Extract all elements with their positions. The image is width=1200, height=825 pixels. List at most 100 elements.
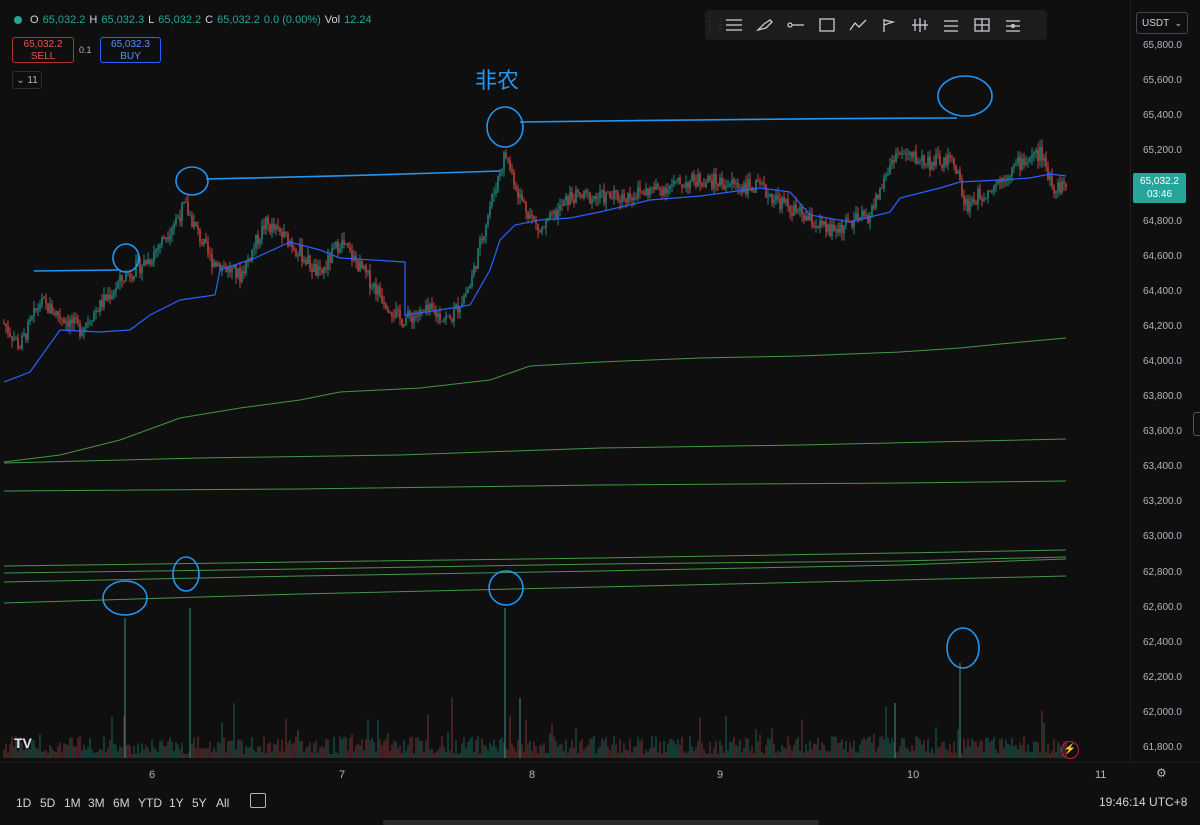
price-scale[interactable]: 65,800.065,600.065,400.065,200.065,000.0… [1130,0,1200,762]
volume-bar [35,747,37,758]
range-button-1m[interactable]: 1M [64,796,81,810]
volume-bar [369,740,371,758]
volume-bar [681,736,683,758]
side-panel-handle[interactable] [1193,412,1200,436]
calendar-icon[interactable] [250,793,266,808]
ray-icon[interactable] [781,13,811,37]
volume-bar [411,736,413,758]
rectangle-icon[interactable] [812,13,842,37]
range-button-1y[interactable]: 1Y [169,796,184,810]
candle-body [821,220,823,225]
path-icon[interactable] [843,13,873,37]
volume-bar [9,743,11,758]
volume-bar [315,740,317,758]
volume-bar [575,728,577,758]
volume-bar [1051,750,1053,758]
align-icon[interactable] [936,13,966,37]
drag-handle-icon[interactable]: ⋮⋮ [705,20,725,31]
volume-bar [905,747,907,758]
range-button-5y[interactable]: 5Y [192,796,207,810]
volume-bar [193,738,195,758]
volume-bar [287,742,289,758]
volume-bar [637,736,639,758]
candle-body [501,169,503,174]
volume-bar [57,745,59,758]
volume-bar [449,750,451,758]
candle-body [889,165,891,174]
candle-body [637,187,639,199]
volume-bar [593,736,595,758]
volume-bar [475,739,477,758]
volume-bar [875,751,877,758]
candle-body [453,309,455,322]
flag-icon[interactable] [874,13,904,37]
candle-body [669,185,671,190]
candle-body [347,243,349,248]
range-button-ytd[interactable]: YTD [138,796,162,810]
candle-body [909,152,911,155]
close-value: 65,032.2 [217,14,260,26]
time-axis[interactable]: 6 7 8 9 10 11 [0,762,1200,787]
candle-body [139,259,141,274]
candle-body [1009,175,1011,178]
pattern-icon[interactable] [905,13,935,37]
horizontal-lines-icon[interactable] [719,13,749,37]
settings-list-icon[interactable] [998,13,1028,37]
buy-button[interactable]: 65,032.3 BUY [100,37,161,63]
candle-body [991,191,993,192]
indicators-toggle-button[interactable]: ⌄ 11 [12,71,42,89]
candle-body [667,189,669,194]
candle-body [611,198,613,200]
chart-canvas[interactable] [0,0,1130,762]
gear-icon[interactable]: ⚙ [1156,766,1167,780]
price-tick: 62,000.0 [1143,706,1182,718]
volume-bar [975,741,977,758]
volume-bar [933,753,935,758]
volume-bar [831,736,833,758]
volume-bar [833,736,835,758]
volume-bar [469,738,471,758]
candle-body [439,313,441,322]
range-button-all[interactable]: All [216,796,229,810]
candle-body [677,177,679,181]
candle-body [625,199,627,203]
candle-body [197,225,199,230]
date-tick: 7 [339,769,346,781]
lightning-icon[interactable]: ⚡ [1061,741,1079,759]
candle-body [73,317,75,324]
volume-bar [955,752,957,758]
candle-body [209,253,211,255]
candle-body [371,287,373,289]
date-tick: 9 [717,769,724,781]
candle-body [449,315,451,319]
candle-body [483,236,485,241]
volume-bar [375,751,377,758]
volume-bar [115,744,117,758]
candle-body [1031,154,1033,158]
volume-bar [631,753,633,758]
brush-icon[interactable] [750,13,780,37]
candle-body [975,202,977,205]
range-button-6m[interactable]: 6M [113,796,130,810]
horizontal-scrollbar[interactable] [383,820,819,825]
volume-bar [781,744,783,758]
candle-body [1055,191,1057,194]
volume-bar [863,737,865,758]
measure-icon[interactable] [967,13,997,37]
range-button-5d[interactable]: 5D [40,796,55,810]
range-button-3m[interactable]: 3M [88,796,105,810]
currency-select[interactable]: USDT ⌄ [1136,12,1188,34]
candle-body [715,173,717,185]
candle-body [49,303,51,313]
candle-body [1045,157,1047,168]
range-button-1d[interactable]: 1D [16,796,31,810]
candle-body [17,337,19,348]
candle-body [133,276,135,280]
volume-bar [497,751,499,758]
volume-bars [3,608,1067,758]
candle-body [963,195,965,205]
sell-button[interactable]: 65,032.2 SELL [12,37,74,63]
candle-body [51,303,53,314]
price-chart[interactable] [0,0,1130,762]
date-tick: 11 [1095,769,1107,781]
